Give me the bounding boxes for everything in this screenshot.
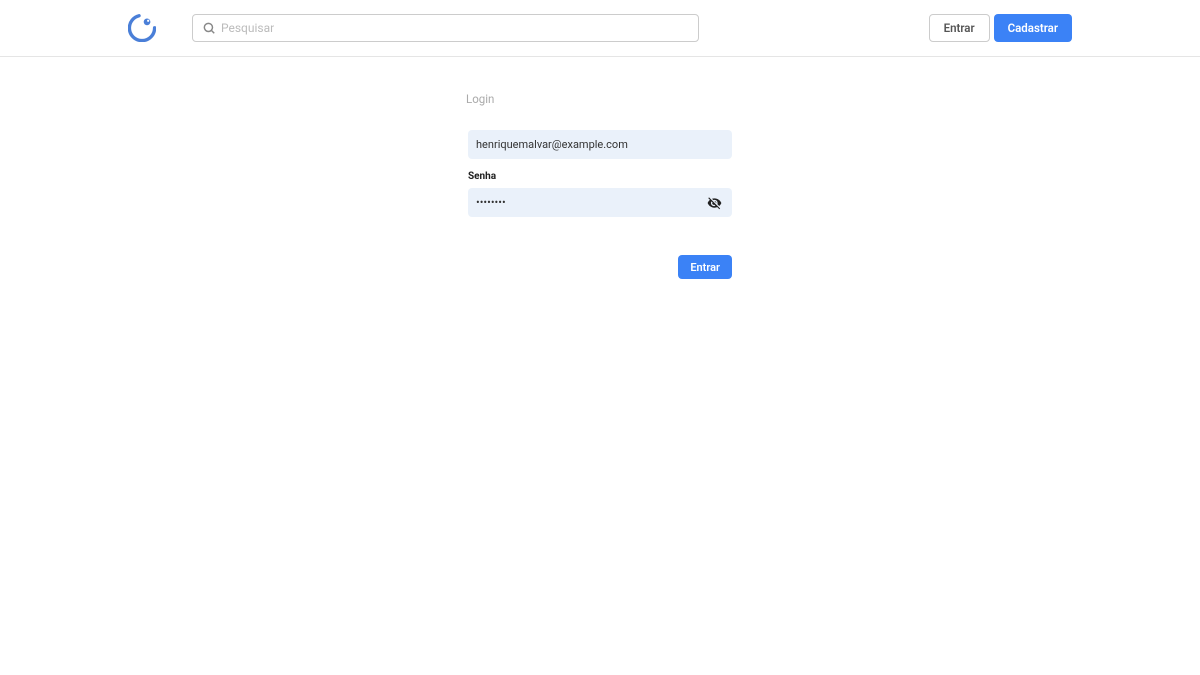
submit-row: Entrar — [468, 255, 732, 279]
logo — [128, 14, 156, 42]
login-card: Login Senha Entrar — [450, 82, 750, 304]
search-input[interactable] — [192, 14, 699, 42]
password-label: Senha — [468, 171, 732, 182]
password-field[interactable] — [468, 188, 732, 217]
login-title: Login — [466, 92, 732, 106]
search-container — [192, 14, 699, 42]
login-button[interactable]: Entrar — [929, 14, 990, 42]
header: Entrar Cadastrar — [0, 0, 1200, 57]
visibility-off-icon[interactable] — [707, 195, 722, 210]
email-field[interactable] — [468, 130, 732, 159]
password-field-wrapper — [468, 188, 732, 217]
email-field-wrapper — [468, 130, 732, 159]
submit-button[interactable]: Entrar — [678, 255, 732, 279]
header-actions: Entrar Cadastrar — [929, 14, 1072, 42]
search-icon — [202, 21, 216, 35]
signup-button[interactable]: Cadastrar — [994, 14, 1072, 42]
